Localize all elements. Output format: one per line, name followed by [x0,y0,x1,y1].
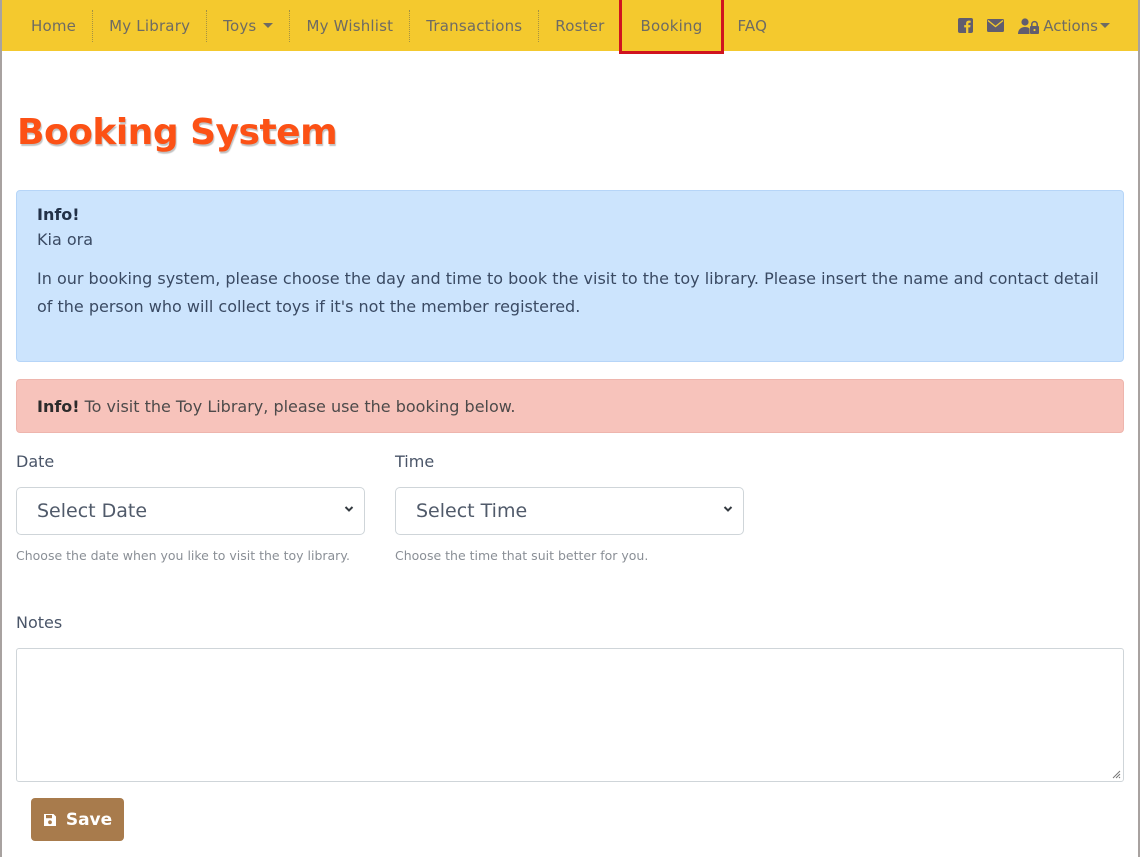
time-label: Time [395,452,435,471]
actions-label: Actions [1043,16,1098,35]
caret-down-icon [263,23,274,28]
resize-handle-icon[interactable] [1111,769,1121,779]
time-help-text: Choose the time that suit better for you… [395,548,649,563]
nav-item-label: Transactions [426,16,523,35]
nav-item-home[interactable]: Home [15,9,94,42]
date-select[interactable]: Select Date [16,487,365,535]
date-select-value: Select Date [37,500,148,522]
facebook-icon[interactable] [958,18,974,33]
nav-item-my-wishlist[interactable]: My Wishlist [290,9,411,42]
time-select[interactable]: Select Time [395,487,744,535]
page-title: Booking System [17,112,338,153]
nav-item-roster[interactable]: Roster [539,9,622,42]
date-help-text: Choose the date when you like to visit t… [16,548,350,563]
chevron-down-icon [723,506,733,512]
save-button-label: Save [65,809,113,830]
nav-item-label: FAQ [737,16,768,35]
date-label: Date [16,452,55,471]
nav-item-booking[interactable]: Booking [618,0,725,54]
user-lock-icon [1018,17,1040,34]
nav-item-toys-dropdown[interactable]: Toys [207,9,291,42]
actions-dropdown[interactable]: Actions [1018,17,1110,35]
info-alert: Info! Kia ora In our booking system, ple… [16,190,1124,362]
notice-alert-text: To visit the Toy Library, please use the… [84,396,516,416]
nav-item-faq[interactable]: FAQ [721,10,783,42]
notes-textarea[interactable] [16,648,1124,782]
envelope-icon[interactable] [987,19,1005,32]
nav-item-transactions[interactable]: Transactions [410,9,540,42]
nav-item-my-library[interactable]: My Library [93,9,208,42]
nav-item-label: Booking [640,16,703,35]
floppy-disk-icon [43,813,56,826]
time-select-value: Select Time [416,500,528,522]
caret-down-icon [1100,23,1110,28]
notes-label: Notes [16,613,63,632]
top-navbar: Home My Library Toys My Wishlist Transac… [0,0,1140,54]
notice-alert-strong: Info! [37,396,80,416]
nav-item-label: Home [31,16,77,35]
chevron-down-icon [344,506,354,512]
nav-item-label: My Library [109,16,191,35]
info-alert-heading: Info! [37,205,80,224]
nav-right: Actions [958,0,1110,51]
nav-item-label: Roster [555,16,605,35]
info-alert-greeting: Kia ora [37,230,93,249]
nav-menu: Home My Library Toys My Wishlist Transac… [0,0,783,54]
nav-item-label: My Wishlist [306,16,394,35]
info-alert-body: In our booking system, please choose the… [37,269,1099,316]
notice-alert: Info! To visit the Toy Library, please u… [16,379,1124,433]
nav-item-label: Toys [223,16,257,35]
save-button[interactable]: Save [31,798,124,841]
